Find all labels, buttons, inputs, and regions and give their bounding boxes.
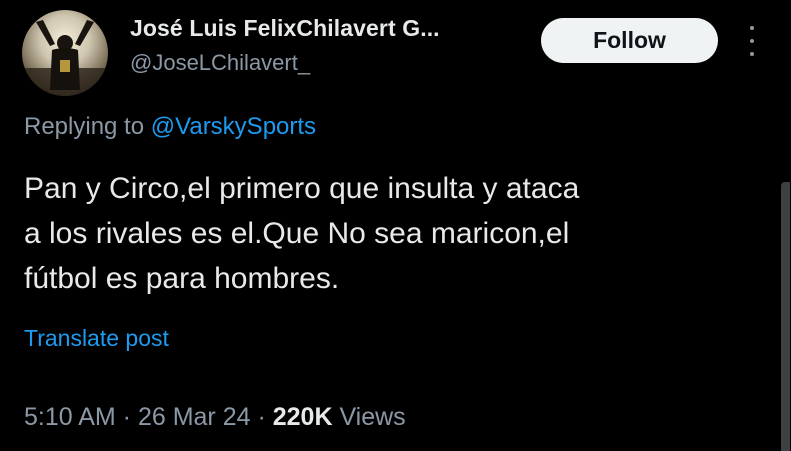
follow-button[interactable]: Follow [541,18,718,63]
reply-mention-link[interactable]: @VarskySports [151,113,316,140]
tweet-line: fútbol es para hombres. [24,262,340,295]
author-display-name[interactable]: José Luis FelixChilavert G... [130,15,440,42]
author-handle[interactable]: @JoseLChilavert_ [130,50,310,76]
tweet-line: a los rivales es el.Que No sea maricon,e… [24,217,570,250]
views-label: Views [332,403,406,431]
tweet-line: Pan y Circo,el primero que insulta y ata… [24,172,580,205]
meta-separator: · [250,403,273,431]
profile-photo-icon [22,20,108,96]
tweet-text: Pan y Circo,el primero que insulta y ata… [24,166,724,301]
avatar[interactable] [22,10,108,96]
tweet-meta: 5:10 AM · 26 Mar 24 · 220K Views [24,403,406,432]
tweet-time[interactable]: 5:10 AM [24,403,116,431]
more-dot [750,26,754,30]
replying-to: Replying to @VarskySports [24,113,316,141]
meta-separator: · [115,403,138,431]
scrollbar[interactable] [781,182,790,451]
more-vertical-icon[interactable] [742,26,762,56]
more-dot [750,52,754,56]
views-count[interactable]: 220K [273,403,333,431]
translate-post-link[interactable]: Translate post [24,325,169,352]
replying-prefix: Replying to [24,113,151,140]
more-dot [750,39,754,43]
tweet-date[interactable]: 26 Mar 24 [138,403,251,431]
